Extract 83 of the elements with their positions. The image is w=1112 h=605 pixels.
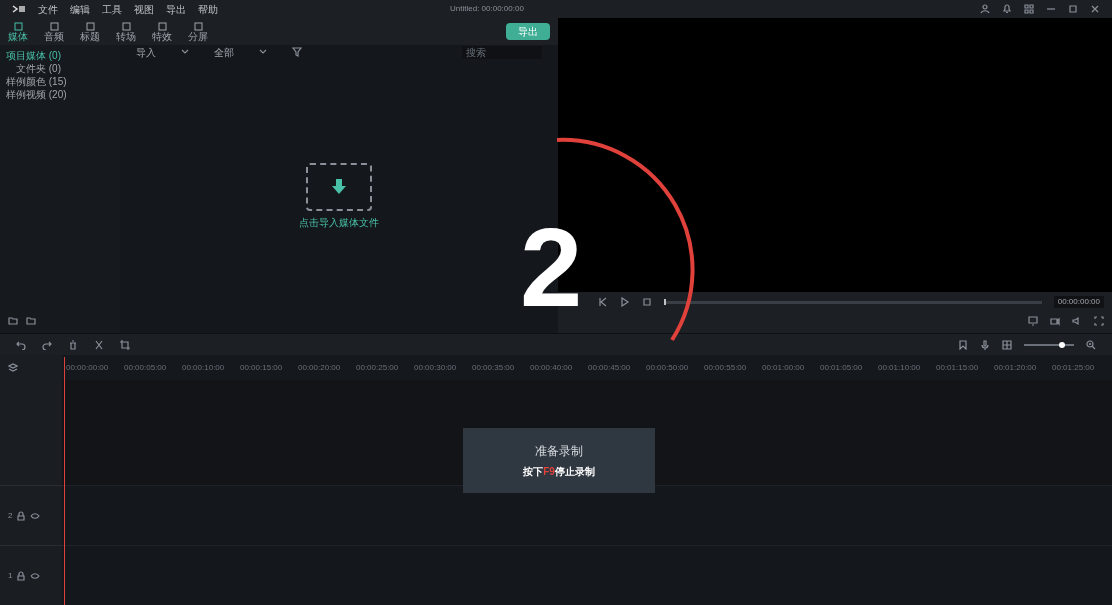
ruler-timecode: 00:01:20:00 [993,361,1038,374]
grid-icon[interactable] [1024,4,1034,14]
lock-icon[interactable] [16,570,27,581]
stop-icon[interactable] [642,297,652,307]
redo-icon[interactable] [42,339,52,350]
sort-dropdown[interactable]: 导入 [136,44,156,60]
square-icon [49,21,59,31]
ruler-timecode: 00:00:10:00 [181,361,226,374]
menu-item[interactable]: 编辑 [70,1,90,17]
menu-item[interactable]: 帮助 [198,1,218,17]
ruler-timecode: 00:00:50:00 [645,361,690,374]
filter-icon[interactable] [292,47,302,57]
timecode: 00:00:00:00 [1053,296,1104,308]
monitor-icon[interactable] [1028,316,1038,326]
toolbar-tab[interactable]: 音频 [44,21,64,42]
toolbar-tab[interactable]: 媒体 [8,21,28,42]
ruler-timecode: 00:01:05:00 [819,361,864,374]
playback-progress-track[interactable] [664,299,1042,305]
previous-icon[interactable] [598,297,608,307]
square-icon [85,21,95,31]
window-title: Untitled: 00:00:00:00 [450,3,524,15]
countdown-number: 2 [520,212,583,324]
ruler-timecode: 00:00:25:00 [355,361,400,374]
marker-icon[interactable] [958,339,968,350]
menu-item[interactable]: 工具 [102,1,122,17]
square-icon [121,21,131,31]
user-icon[interactable] [980,4,990,14]
close-icon[interactable] [1090,4,1100,14]
undo-icon[interactable] [16,339,26,350]
layers-icon[interactable] [8,362,18,373]
fullscreen-icon[interactable] [1094,316,1104,326]
import-hint: 点击导入媒体文件 [299,215,379,230]
microphone-icon[interactable] [980,339,990,350]
eye-icon[interactable] [30,570,41,581]
track-number: 2 [8,509,13,522]
bell-icon[interactable] [1002,4,1012,14]
play-icon[interactable] [620,297,630,307]
maximize-icon[interactable] [1068,4,1078,14]
playback-progress-handle[interactable] [664,299,666,305]
media-folder-item[interactable]: 样例视频 (20) [0,88,120,101]
zoom-in-icon[interactable] [1086,339,1096,350]
square-icon [13,21,23,31]
menu-item[interactable]: 视图 [134,1,154,17]
ruler-timecode: 00:00:05:00 [123,361,168,374]
toolbar-tab[interactable]: 特效 [152,21,172,42]
ruler-timecode: 00:00:40:00 [529,361,574,374]
zoom-slider-thumb[interactable] [1058,341,1065,348]
search-field[interactable]: 搜索 [462,45,542,59]
toolbar-tab[interactable]: 标题 [80,21,100,42]
square-icon [193,21,203,31]
crop-icon[interactable] [120,339,130,350]
toolbar-tab[interactable]: 分屏 [188,21,208,42]
ruler-timecode: 00:00:35:00 [471,361,516,374]
track-number: 1 [8,569,13,582]
ruler-timecode: 00:01:15:00 [935,361,980,374]
logo-icon [12,5,26,13]
menu-item[interactable]: 导出 [166,1,186,17]
view-dropdown[interactable]: 全部 [214,44,234,60]
trash-icon[interactable] [68,339,78,350]
ruler-timecode: 00:01:10:00 [877,361,922,374]
speaker-icon[interactable] [1072,316,1082,326]
record-dialog-hint: 按下F9停止录制 [523,465,595,479]
record-dialog-title: 准备录制 [535,443,583,460]
ruler-timecode: 00:00:30:00 [413,361,458,374]
ruler-timecode: 00:00:45:00 [587,361,632,374]
ruler-timecode: 00:01:25:00 [1051,361,1096,374]
camera-icon[interactable] [1050,316,1060,326]
ruler-timecode: 00:00:00:00 [65,361,110,374]
download-arrow-icon [332,178,346,195]
square-icon [157,21,167,31]
grid-icon[interactable] [1002,339,1012,350]
media-folder-item[interactable]: 样例颜色 (15) [0,75,120,88]
ruler-timecode: 00:00:20:00 [297,361,342,374]
media-folder-item[interactable]: 文件夹 (0) [0,62,120,75]
import-drop-zone[interactable] [306,162,372,211]
ruler-timecode: 00:01:00:00 [761,361,806,374]
menu-item[interactable]: 文件 [38,1,58,17]
toolbar-tab[interactable]: 转场 [116,21,136,42]
media-folder-item[interactable]: 项目媒体 (0) [0,49,120,62]
eye-icon[interactable] [30,510,41,521]
ruler-timecode: 00:00:15:00 [239,361,284,374]
ruler-timecode: 00:00:55:00 [703,361,748,374]
lock-icon[interactable] [16,510,27,521]
